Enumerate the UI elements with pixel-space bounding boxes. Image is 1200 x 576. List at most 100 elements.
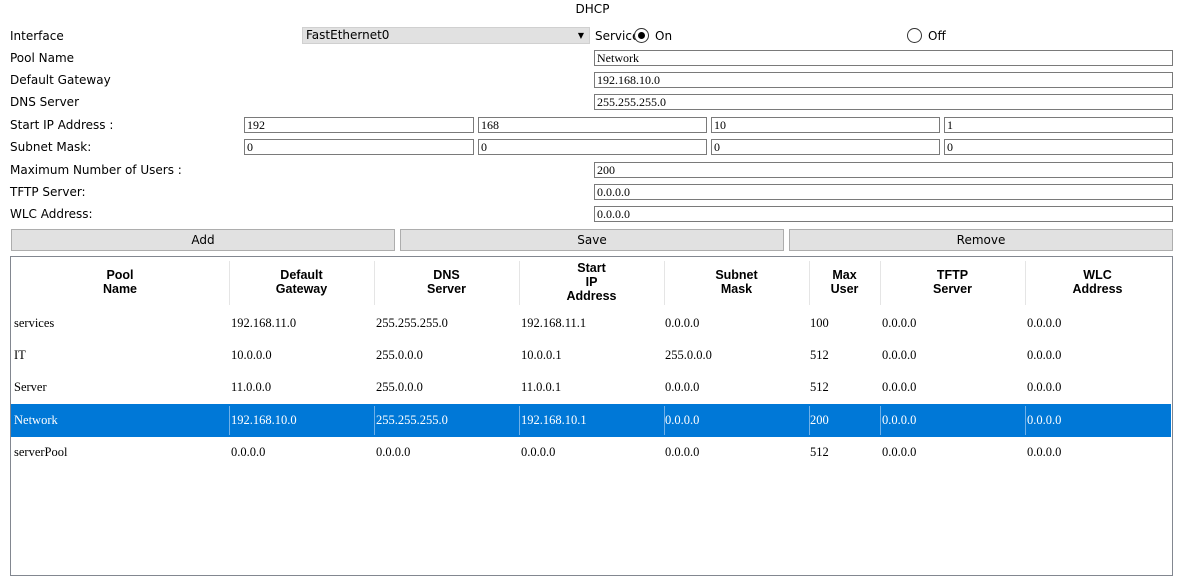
column-header-line: IP <box>585 275 598 289</box>
max-users-label: Maximum Number of Users : <box>10 163 182 177</box>
start-ip-octet-3[interactable]: 10 <box>711 117 940 133</box>
tftp-server-input[interactable]: 0.0.0.0 <box>594 184 1173 200</box>
subnet-mask-octet-2[interactable]: 0 <box>478 139 707 155</box>
interface-label: Interface <box>10 29 64 43</box>
interface-value: FastEthernet0 <box>306 28 390 42</box>
column-separator <box>1025 261 1026 305</box>
subnet-mask-octet-4[interactable]: 0 <box>944 139 1173 155</box>
interface-select[interactable]: FastEthernet0 ▼ <box>302 27 590 44</box>
column-separator <box>519 261 520 305</box>
wlc-address-label: WLC Address: <box>10 207 93 221</box>
service-on-radio[interactable] <box>634 28 649 43</box>
dns-server-input[interactable]: 255.255.255.0 <box>594 94 1173 110</box>
column-header-line: User <box>830 282 859 296</box>
cell-subnet-mask: 255.0.0.0 <box>665 348 712 362</box>
column-header-label: DNS Server <box>427 268 466 296</box>
column-header-wlc-address[interactable]: WLC Address <box>1025 257 1170 307</box>
column-header-line: Default <box>280 268 323 282</box>
column-header-dns-server[interactable]: DNS Server <box>374 257 519 307</box>
column-header-line: Server <box>427 282 466 296</box>
cell-separator <box>880 406 881 435</box>
cell-subnet-mask: 0.0.0.0 <box>665 316 700 330</box>
start-ip-label: Start IP Address : <box>10 118 114 132</box>
start-ip-octet-2[interactable]: 168 <box>478 117 707 133</box>
column-header-line: WLC <box>1083 268 1112 282</box>
subnet-mask-octet-3[interactable]: 0 <box>711 139 940 155</box>
cell-subnet-mask: 0.0.0.0 <box>665 380 700 394</box>
default-gateway-input[interactable]: 192.168.10.0 <box>594 72 1173 88</box>
service-off-label: Off <box>928 29 946 43</box>
column-header-line: DNS <box>433 268 460 282</box>
column-separator <box>664 261 665 305</box>
cell-start-ip-address: 192.168.10.1 <box>521 413 587 427</box>
column-header-label: Pool Name <box>103 268 137 296</box>
column-header-label: TFTP Server <box>933 268 972 296</box>
cell-dns-server: 255.0.0.0 <box>376 380 423 394</box>
cell-separator <box>229 406 230 435</box>
cell-default-gateway: 0.0.0.0 <box>231 445 266 459</box>
column-header-max-user[interactable]: Max User <box>809 257 880 307</box>
cell-subnet-mask: 0.0.0.0 <box>665 413 700 427</box>
cell-max-user: 200 <box>810 413 829 427</box>
cell-pool-name: Network <box>14 413 58 427</box>
column-header-line: Start <box>577 261 606 275</box>
cell-dns-server: 255.0.0.0 <box>376 348 423 362</box>
max-users-input[interactable]: 200 <box>594 162 1173 178</box>
table-row[interactable]: Network 192.168.10.0 255.255.255.0 192.168.… <box>11 404 1171 437</box>
cell-start-ip-address: 0.0.0.0 <box>521 445 556 459</box>
service-label: Service <box>595 29 640 43</box>
cell-default-gateway: 10.0.0.0 <box>231 348 272 362</box>
remove-button[interactable]: Remove <box>789 229 1173 251</box>
add-button[interactable]: Add <box>11 229 395 251</box>
column-header-label: Default Gateway <box>276 268 327 296</box>
cell-tftp-server: 0.0.0.0 <box>882 316 917 330</box>
cell-separator <box>664 406 665 435</box>
wlc-address-input[interactable]: 0.0.0.0 <box>594 206 1173 222</box>
cell-dns-server: 255.255.255.0 <box>376 316 448 330</box>
column-header-label: Max User <box>831 268 859 296</box>
table-row[interactable]: IT 10.0.0.0 255.0.0.0 10.0.0.1 255.0.0.0 512 0… <box>11 339 1171 372</box>
cell-start-ip-address: 11.0.0.1 <box>521 380 562 394</box>
column-header-label: Start IP Address <box>566 261 616 303</box>
column-header-line: Address <box>566 289 617 303</box>
cell-max-user: 512 <box>810 445 829 459</box>
save-button[interactable]: Save <box>400 229 784 251</box>
subnet-mask-octet-1[interactable]: 0 <box>244 139 474 155</box>
cell-default-gateway: 11.0.0.0 <box>231 380 272 394</box>
cell-pool-name: services <box>14 316 55 330</box>
column-header-default-gateway[interactable]: Default Gateway <box>229 257 374 307</box>
service-off-radio[interactable] <box>907 28 922 43</box>
column-header-label: Subnet Mask <box>715 268 757 296</box>
cell-wlc-address: 0.0.0.0 <box>1027 316 1062 330</box>
cell-pool-name: IT <box>14 348 26 362</box>
start-ip-octet-1[interactable]: 192 <box>244 117 474 133</box>
cell-max-user: 512 <box>810 348 829 362</box>
column-header-pool-name[interactable]: Pool Name <box>11 257 229 307</box>
cell-tftp-server: 0.0.0.0 <box>882 413 917 427</box>
service-on-label: On <box>655 29 673 43</box>
start-ip-octet-4[interactable]: 1 <box>944 117 1173 133</box>
subnet-mask-label: Subnet Mask: <box>10 140 92 154</box>
column-separator <box>809 261 810 305</box>
window-title: DHCP <box>575 2 610 16</box>
table-row[interactable]: services 192.168.11.0 255.255.255.0 192.168… <box>11 307 1171 340</box>
cell-separator <box>1025 406 1026 435</box>
table-row[interactable]: Server 11.0.0.0 255.0.0.0 11.0.0.1 0.0.0.0 51… <box>11 371 1171 404</box>
table-row[interactable]: serverPool 0.0.0.0 0.0.0.0 0.0.0.0 0.0.0.0 51… <box>11 436 1171 469</box>
column-header-line: Max <box>832 268 857 282</box>
radio-selected-dot <box>638 32 645 39</box>
cell-wlc-address: 0.0.0.0 <box>1027 348 1062 362</box>
cell-max-user: 512 <box>810 380 829 394</box>
column-header-tftp-server[interactable]: TFTP Server <box>880 257 1025 307</box>
cell-max-user: 100 <box>810 316 829 330</box>
cell-tftp-server: 0.0.0.0 <box>882 348 917 362</box>
pool-name-input[interactable]: Network <box>594 50 1173 66</box>
column-header-subnet-mask[interactable]: Subnet Mask <box>664 257 809 307</box>
column-separator <box>374 261 375 305</box>
column-header-line: Server <box>933 282 972 296</box>
default-gateway-label: Default Gateway <box>10 73 111 87</box>
cell-tftp-server: 0.0.0.0 <box>882 380 917 394</box>
cell-dns-server: 0.0.0.0 <box>376 445 411 459</box>
cell-default-gateway: 192.168.10.0 <box>231 413 297 427</box>
column-header-start-ip-address[interactable]: Start IP Address <box>519 257 664 307</box>
